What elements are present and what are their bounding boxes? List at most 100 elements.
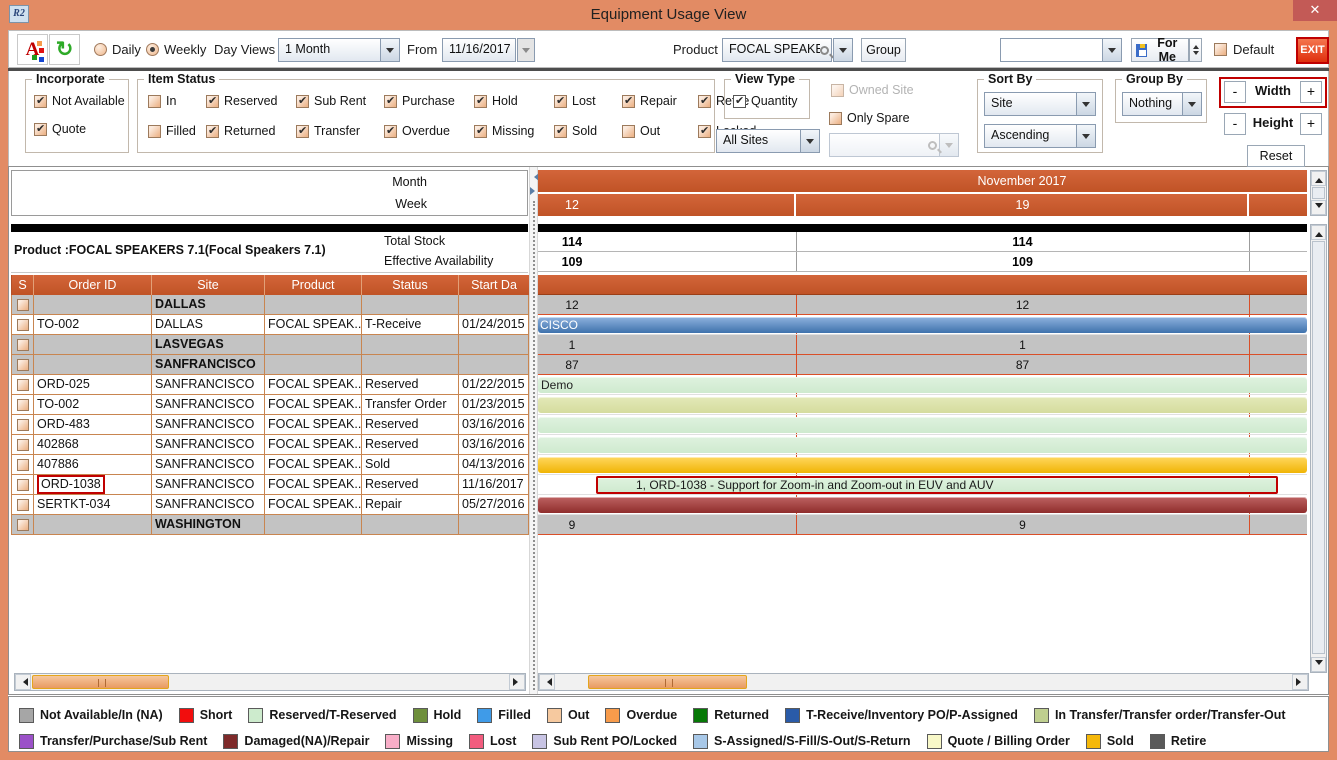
chevron-down-icon[interactable] xyxy=(380,39,399,61)
gantt-row[interactable]: 11 xyxy=(538,335,1307,355)
day-views-select[interactable]: 1 Month xyxy=(278,38,400,62)
status-hold[interactable]: Hold xyxy=(474,94,546,108)
gantt-row[interactable] xyxy=(538,455,1307,475)
status-repair[interactable]: Repair xyxy=(622,94,690,108)
checkbox-quantity[interactable] xyxy=(733,95,746,108)
gantt-row[interactable] xyxy=(538,395,1307,415)
for-me-spinner[interactable] xyxy=(1189,38,1202,62)
status-overdue[interactable]: Overdue xyxy=(384,124,466,138)
status-reserved[interactable]: Reserved xyxy=(206,94,288,108)
group-row-washington[interactable]: WASHINGTON xyxy=(11,515,529,535)
scroll-up-icon[interactable] xyxy=(1311,171,1326,186)
product-dropdown[interactable] xyxy=(833,38,853,62)
table-row-to-002[interactable]: TO-002DALLASFOCAL SPEAK...T-Receive01/24… xyxy=(11,315,529,335)
from-date-dropdown[interactable] xyxy=(517,38,535,62)
default-checkbox[interactable] xyxy=(1214,43,1227,56)
exit-button[interactable]: EXIT xyxy=(1296,37,1329,64)
group-row-dallas[interactable]: DALLAS xyxy=(11,295,529,315)
from-date-input[interactable]: 11/16/2017 xyxy=(442,38,516,62)
table-row-ord-483[interactable]: ORD-483SANFRANCISCOFOCAL SPEAK...Reserve… xyxy=(11,415,529,435)
col-s[interactable]: S xyxy=(12,275,34,295)
row-checkbox[interactable] xyxy=(17,519,29,531)
group-row-lasvegas[interactable]: LASVEGAS xyxy=(11,335,529,355)
row-checkbox[interactable] xyxy=(17,379,29,391)
table-row-to-002[interactable]: TO-002SANFRANCISCOFOCAL SPEAK...Transfer… xyxy=(11,395,529,415)
checkbox-out[interactable] xyxy=(622,125,635,138)
col-site[interactable]: Site xyxy=(152,275,265,295)
scrollbar-thumb[interactable] xyxy=(1312,187,1325,199)
row-checkbox[interactable] xyxy=(17,399,29,411)
close-icon[interactable]: ✕ xyxy=(1293,0,1337,21)
row-checkbox[interactable] xyxy=(17,499,29,511)
weekly-radio[interactable] xyxy=(146,43,159,56)
checkbox-missing[interactable] xyxy=(474,125,487,138)
scroll-left-icon[interactable] xyxy=(15,674,31,690)
vertical-splitter[interactable] xyxy=(529,167,538,694)
checkbox-filled[interactable] xyxy=(148,125,161,138)
checkbox-reserved[interactable] xyxy=(206,95,219,108)
product-search-field[interactable]: FOCAL SPEAKE... xyxy=(722,38,832,62)
status-sub-rent[interactable]: Sub Rent xyxy=(296,94,376,108)
scrollbar-thumb[interactable] xyxy=(32,675,169,689)
gantt-row[interactable]: 8787 xyxy=(538,355,1307,375)
gantt-row[interactable]: Demo xyxy=(538,375,1307,395)
table-row-ord-1038[interactable]: ORD-1038SANFRANCISCOFOCAL SPEAK...Reserv… xyxy=(11,475,529,495)
gantt-row[interactable] xyxy=(538,435,1307,455)
scroll-down-icon[interactable] xyxy=(1311,200,1326,215)
col-order-id[interactable]: Order ID xyxy=(34,275,152,295)
search-icon[interactable] xyxy=(820,39,831,61)
incorporate-quote[interactable]: Quote xyxy=(34,122,125,136)
row-checkbox[interactable] xyxy=(17,419,29,431)
status-returned[interactable]: Returned xyxy=(206,124,288,138)
gantt-row[interactable]: 1212 xyxy=(538,295,1307,315)
checkbox-returned[interactable] xyxy=(206,125,219,138)
width-plus-button[interactable]: + xyxy=(1300,81,1322,103)
table-row-ord-025[interactable]: ORD-025SANFRANCISCOFOCAL SPEAK...Reserve… xyxy=(11,375,529,395)
scroll-up-icon[interactable] xyxy=(1311,225,1326,240)
scroll-left-icon[interactable] xyxy=(539,674,555,690)
gantt-bar-sold[interactable] xyxy=(538,457,1307,473)
gantt-bar-reserved[interactable] xyxy=(538,437,1307,453)
checkbox-quote[interactable] xyxy=(34,123,47,136)
chevron-down-icon[interactable] xyxy=(1076,125,1095,147)
reset-button[interactable]: Reset xyxy=(1247,145,1305,167)
gantt-bar-t_receive[interactable]: CISCO xyxy=(538,317,1307,333)
gantt-row[interactable]: 99 xyxy=(538,515,1307,535)
table-row-402868[interactable]: 402868SANFRANCISCOFOCAL SPEAK...Reserved… xyxy=(11,435,529,455)
gantt-bar-reserved[interactable]: 1, ORD-1038 - Support for Zoom-in and Zo… xyxy=(596,476,1278,494)
scroll-right-icon[interactable] xyxy=(1292,674,1308,690)
checkbox-locked[interactable] xyxy=(698,125,711,138)
checkbox-transfer[interactable] xyxy=(296,125,309,138)
left-horizontal-scrollbar[interactable] xyxy=(14,673,526,691)
checkbox-purchase[interactable] xyxy=(384,95,397,108)
row-checkbox[interactable] xyxy=(17,319,29,331)
right-horizontal-scrollbar[interactable] xyxy=(538,673,1309,691)
row-checkbox[interactable] xyxy=(17,439,29,451)
status-transfer[interactable]: Transfer xyxy=(296,124,376,138)
checkbox-overdue[interactable] xyxy=(384,125,397,138)
gantt-bar-reserved[interactable]: Demo xyxy=(538,377,1307,393)
refresh-button[interactable]: ↻ xyxy=(49,34,80,65)
height-plus-button[interactable]: + xyxy=(1300,113,1322,135)
status-sold[interactable]: Sold xyxy=(554,124,614,138)
header-vertical-scrollbar[interactable] xyxy=(1310,170,1327,216)
checkbox-sold[interactable] xyxy=(554,125,567,138)
checkbox-only-spare[interactable] xyxy=(829,112,842,125)
scroll-down-icon[interactable] xyxy=(1311,657,1326,672)
view-type-quantity[interactable]: Quantity xyxy=(733,94,798,108)
sort-field-select[interactable]: Site xyxy=(984,92,1096,116)
table-row-407886[interactable]: 407886SANFRANCISCOFOCAL SPEAK...Sold04/1… xyxy=(11,455,529,475)
status-out[interactable]: Out xyxy=(622,124,690,138)
col-status[interactable]: Status xyxy=(362,275,459,295)
chevron-down-icon[interactable] xyxy=(1076,93,1095,115)
group-row-sanfrancisco[interactable]: SANFRANCISCO xyxy=(11,355,529,375)
scrollbar-thumb[interactable] xyxy=(1312,241,1325,654)
daily-radio[interactable] xyxy=(94,43,107,56)
status-in[interactable]: In xyxy=(148,94,198,108)
col-start-date[interactable]: Start Da xyxy=(459,275,529,295)
chevron-down-icon[interactable] xyxy=(1182,93,1201,115)
sort-direction-select[interactable]: Ascending xyxy=(984,124,1096,148)
status-purchase[interactable]: Purchase xyxy=(384,94,466,108)
row-checkbox[interactable] xyxy=(17,479,29,491)
checkbox-in[interactable] xyxy=(148,95,161,108)
